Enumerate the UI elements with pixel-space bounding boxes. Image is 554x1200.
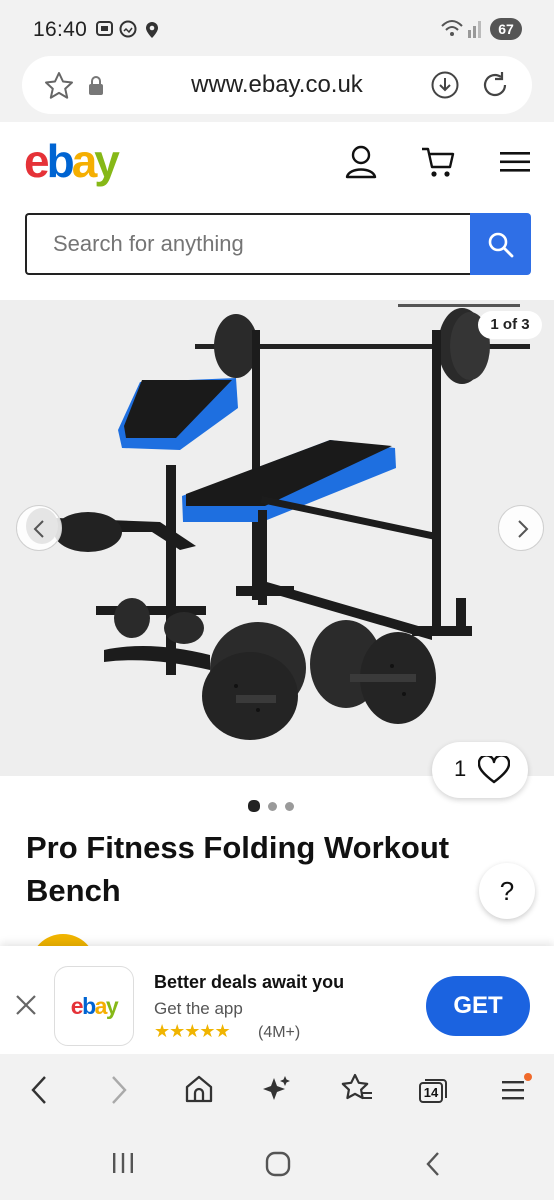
- bookmarks-icon[interactable]: [340, 1072, 374, 1104]
- menu-icon[interactable]: [500, 151, 530, 173]
- banner-headline: Better deals await you: [154, 972, 345, 992]
- product-image: [26, 304, 530, 740]
- chevron-left-icon: [33, 520, 44, 538]
- reload-icon[interactable]: [480, 70, 510, 100]
- previous-image-button[interactable]: [16, 505, 62, 551]
- chevron-right-icon: [518, 520, 529, 538]
- get-app-button[interactable]: GET: [426, 976, 530, 1036]
- home-nav-icon[interactable]: [264, 1150, 292, 1178]
- ai-sparkle-icon[interactable]: [262, 1074, 292, 1104]
- rating-count: (4M+): [258, 1024, 301, 1041]
- watch-count: 1: [454, 756, 467, 781]
- search-box[interactable]: [25, 213, 471, 275]
- back-icon[interactable]: [28, 1074, 50, 1106]
- signal-icon: [441, 20, 481, 38]
- account-icon[interactable]: [344, 144, 378, 180]
- back-nav-icon[interactable]: [422, 1150, 444, 1178]
- watch-button[interactable]: 1: [432, 742, 528, 798]
- close-icon[interactable]: [14, 993, 38, 1017]
- search-input[interactable]: [27, 215, 471, 273]
- search-button[interactable]: [470, 213, 531, 275]
- carousel-dot[interactable]: [285, 802, 294, 811]
- help-button[interactable]: ?: [479, 863, 535, 919]
- banner-subtitle: Get the app: [154, 999, 243, 1018]
- image-counter: 1 of 3: [478, 311, 542, 339]
- heart-icon: [478, 756, 510, 784]
- browser-bottom-bar: 14: [0, 1054, 554, 1128]
- ebay-logo[interactable]: ebay: [24, 135, 120, 187]
- search-icon: [488, 232, 514, 258]
- forward-icon[interactable]: [108, 1074, 130, 1106]
- product-title: Pro Fitness Folding Workout Bench: [26, 830, 450, 908]
- tabs-count: 14: [423, 1085, 439, 1100]
- download-icon[interactable]: [430, 70, 460, 100]
- ebay-app-icon: ebay: [54, 966, 134, 1046]
- rating-stars: ★★★★★: [154, 1021, 231, 1041]
- logo-letter-a: a: [71, 135, 98, 187]
- address-bar[interactable]: www.ebay.co.uk: [22, 56, 532, 114]
- carousel-dot[interactable]: [248, 800, 260, 812]
- logo-letter-b: b: [46, 135, 75, 187]
- home-icon[interactable]: [184, 1074, 214, 1104]
- logo-letter-y: y: [94, 135, 120, 187]
- browser-menu-icon[interactable]: [500, 1072, 534, 1106]
- logo-letter-e: e: [24, 135, 50, 187]
- cart-icon[interactable]: [420, 144, 456, 180]
- tabs-button[interactable]: 14: [418, 1078, 448, 1104]
- status-bar: 16:40 67: [0, 0, 554, 58]
- system-navigation-bar: [0, 1128, 554, 1200]
- carousel-dots: [248, 798, 302, 816]
- product-gallery[interactable]: [0, 300, 554, 776]
- carousel-dot[interactable]: [268, 802, 277, 811]
- recent-apps-icon[interactable]: [110, 1150, 136, 1176]
- battery-level: 67: [490, 18, 522, 40]
- status-time: 16:40: [33, 18, 88, 41]
- next-image-button[interactable]: [498, 505, 544, 551]
- notification-icons: [96, 20, 158, 38]
